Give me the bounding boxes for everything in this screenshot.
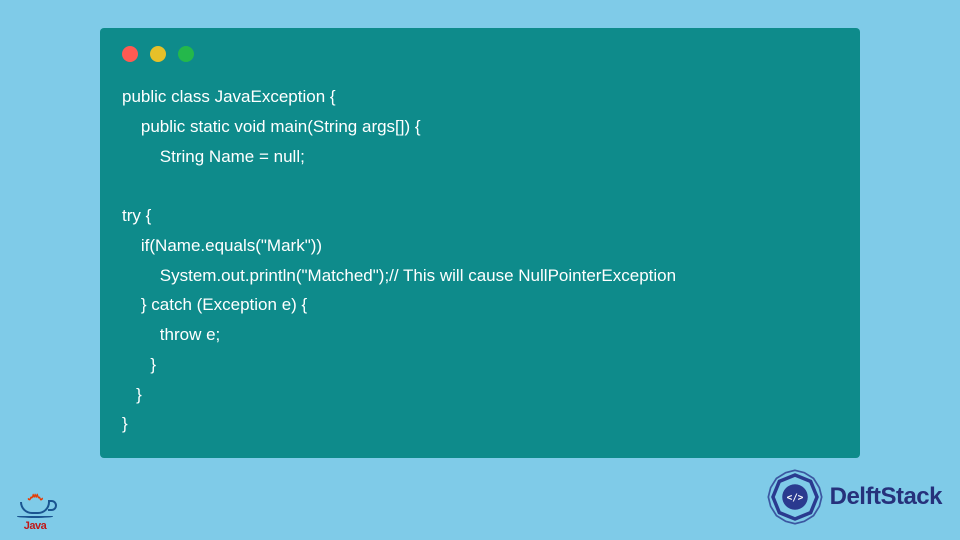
minimize-icon <box>150 46 166 62</box>
java-label: Java <box>24 520 46 532</box>
code-panel: public class JavaException { public stat… <box>100 28 860 458</box>
maximize-icon <box>178 46 194 62</box>
delftstack-logo: </> DelftStack <box>766 468 942 526</box>
svg-text:</>: </> <box>786 492 803 503</box>
delftstack-badge-icon: </> <box>766 468 824 526</box>
delftstack-label: DelftStack <box>830 483 942 511</box>
close-icon <box>122 46 138 62</box>
steam-icon: ෴ <box>27 490 43 500</box>
saucer-icon <box>17 515 53 518</box>
code-block: public class JavaException { public stat… <box>122 82 838 439</box>
java-logo: ෴ Java <box>12 472 58 532</box>
window-controls <box>122 46 838 62</box>
cup-icon <box>20 502 50 514</box>
